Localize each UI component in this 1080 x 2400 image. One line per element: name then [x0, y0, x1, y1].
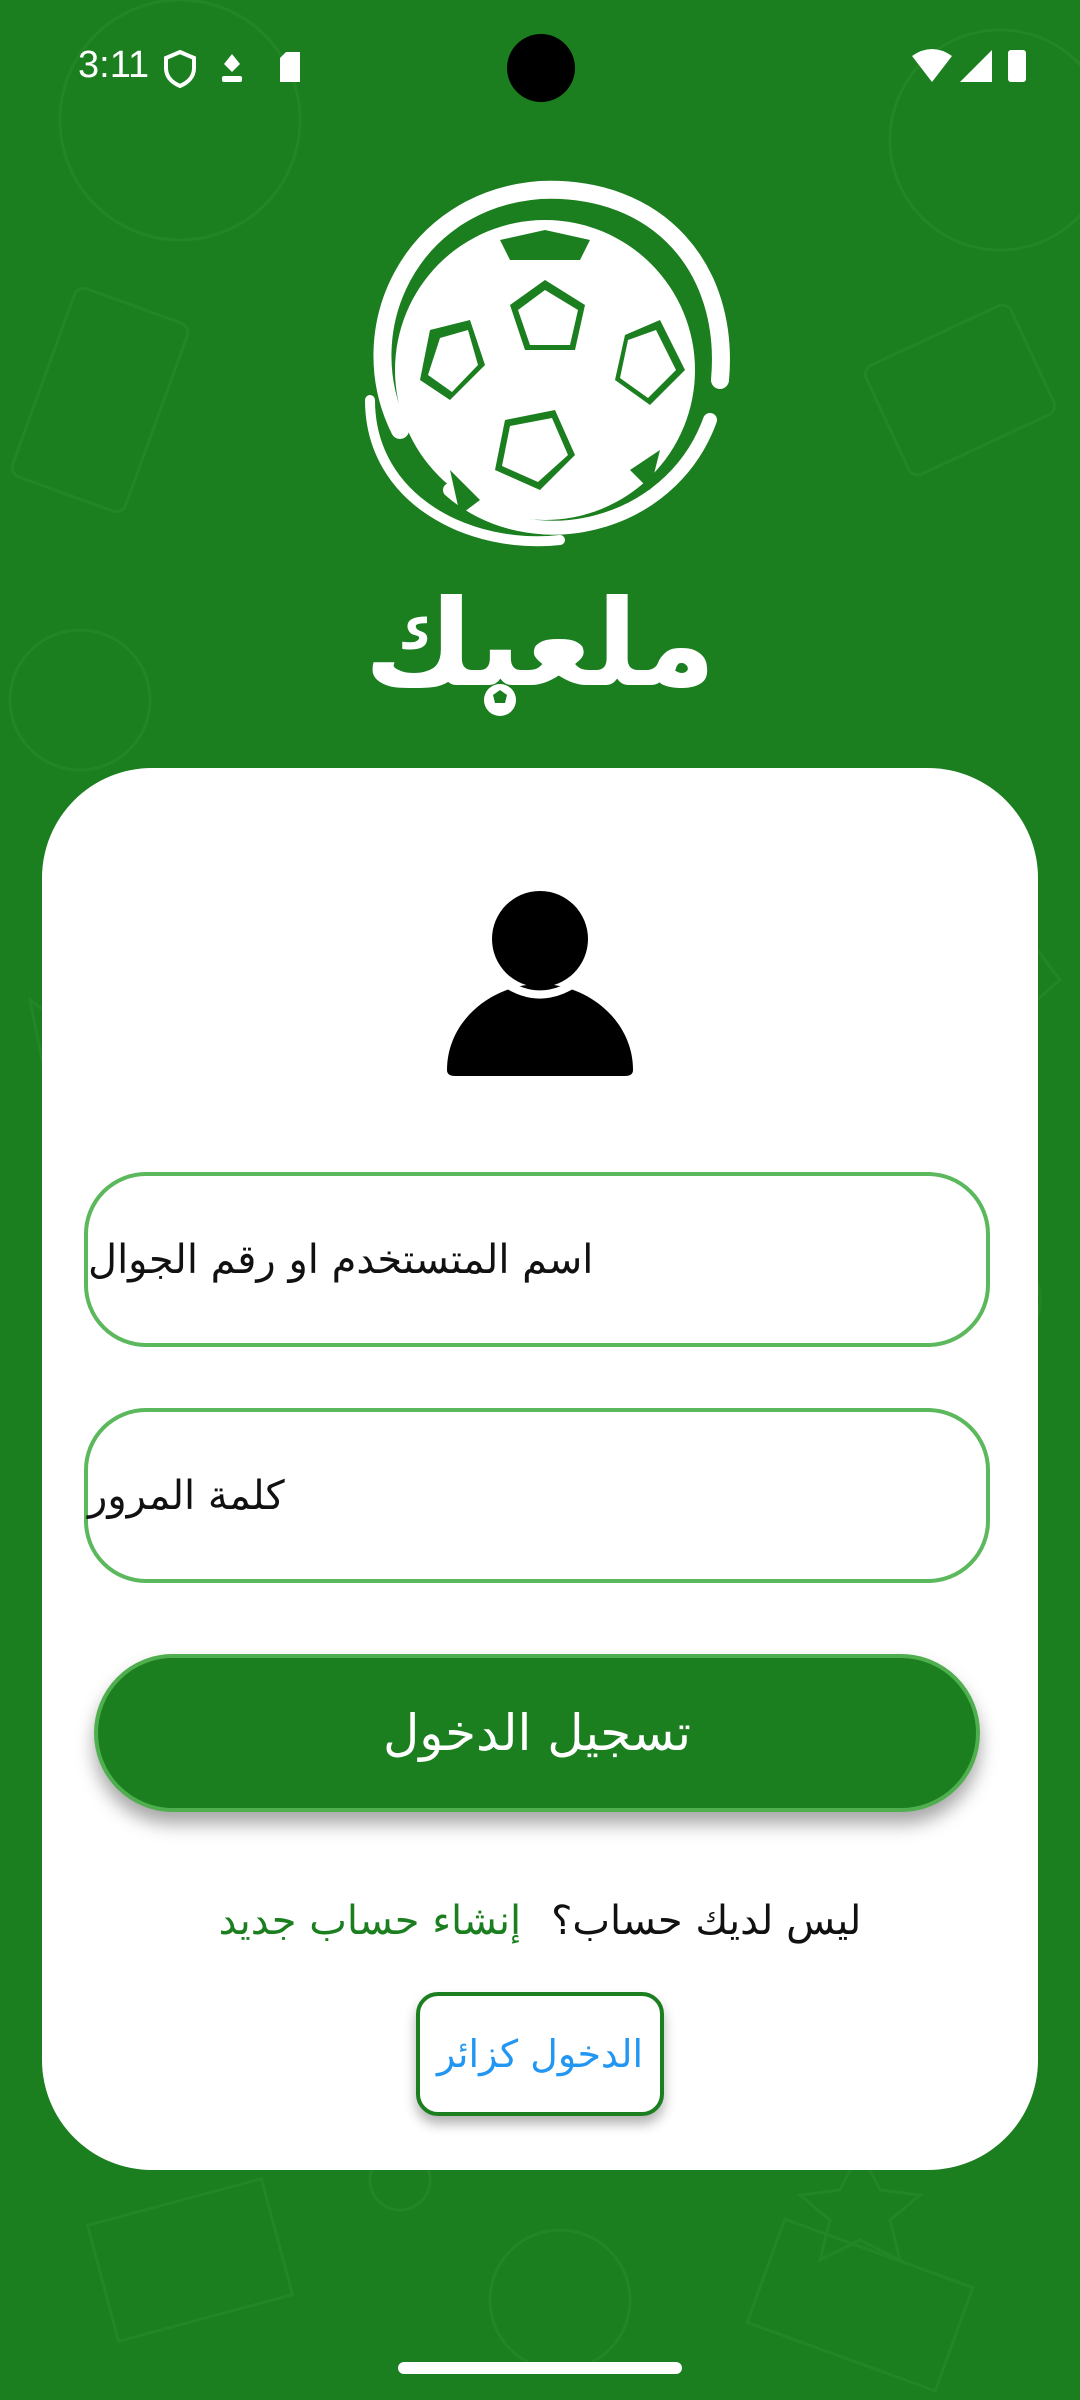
- password-placeholder: كلمة المرور: [88, 1472, 285, 1519]
- status-time: 3:11: [78, 44, 150, 86]
- signup-link[interactable]: إنشاء حساب جديد: [219, 1898, 521, 1944]
- no-account-text: ليس لديك حساب؟: [551, 1898, 862, 1944]
- wifi-icon: [912, 49, 952, 82]
- user-avatar-icon: [447, 891, 633, 1076]
- guest-login-button[interactable]: الدخول كزائر: [416, 1992, 664, 2116]
- battery-icon: [1008, 50, 1026, 82]
- sd-card-icon: [280, 52, 302, 82]
- username-input[interactable]: اسم المتستخدم او رقم الجوال: [84, 1172, 990, 1347]
- status-icons-left: [160, 48, 302, 92]
- app-name: ملعبك: [364, 575, 716, 714]
- status-bar: 3:11: [0, 0, 1080, 135]
- status-icons-right: [912, 48, 1032, 92]
- logo-soccer-ball: [330, 170, 750, 570]
- password-input[interactable]: كلمة المرور: [84, 1408, 990, 1583]
- signal-icon: [960, 50, 992, 82]
- guest-login-label: الدخول كزائر: [436, 2032, 644, 2076]
- camera-cutout: [507, 34, 575, 102]
- signup-row: ليس لديك حساب؟ إنشاء حساب جديد: [42, 1898, 1038, 1944]
- login-button[interactable]: تسجيل الدخول: [94, 1654, 980, 1812]
- username-placeholder: اسم المتستخدم او رقم الجوال: [88, 1236, 594, 1283]
- home-indicator[interactable]: [398, 2362, 682, 2374]
- location-icon: [222, 54, 242, 82]
- login-button-label: تسجيل الدخول: [382, 1704, 692, 1762]
- shield-icon: [164, 49, 196, 89]
- small-soccer-ball-icon: [484, 684, 516, 716]
- login-card: اسم المتستخدم او رقم الجوال كلمة المرور …: [42, 768, 1038, 2170]
